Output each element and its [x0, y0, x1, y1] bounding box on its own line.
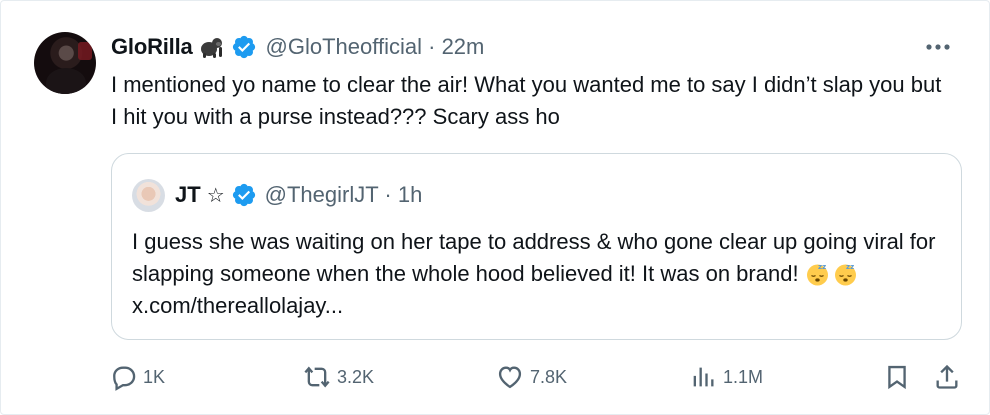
action-bar: 1K 3.2K 7.8K 1.1M — [1, 357, 990, 397]
view-count: 1.1M — [723, 366, 764, 387]
sleepy-face-emoji-icon: zz — [805, 261, 830, 286]
repost-icon — [304, 366, 330, 388]
quoted-tweet-link[interactable]: x.com/thereallolajay... — [132, 293, 343, 318]
quoted-author-avatar[interactable] — [132, 179, 165, 212]
quoted-tweet[interactable]: JT ☆ @ThegirlJT · 1h I guess she was wai… — [111, 153, 962, 340]
views-icon — [693, 367, 714, 387]
views-button[interactable]: 1.1M — [689, 363, 763, 391]
quoted-tweet-text: I guess she was waiting on her tape to a… — [132, 226, 942, 322]
sleepy-face-emoji-icon: zz — [833, 261, 858, 286]
like-count: 7.8K — [530, 366, 568, 387]
reply-button[interactable]: 1K — [109, 363, 165, 391]
like-icon — [498, 366, 522, 389]
tweet-card: GloRilla @GloTheofficial · 22m I mention… — [0, 0, 990, 415]
star-icon: ☆ — [206, 184, 225, 207]
verified-icon — [231, 182, 257, 208]
bookmark-icon — [888, 365, 906, 390]
separator-dot: · — [428, 34, 436, 59]
repost-count: 3.2K — [337, 366, 375, 387]
bookmark-button[interactable] — [883, 363, 911, 391]
tweet-header: GloRilla @GloTheofficial · 22m — [111, 32, 484, 62]
author-name[interactable]: GloRilla — [111, 34, 193, 60]
verified-icon — [231, 34, 257, 60]
author-avatar[interactable] — [34, 32, 96, 94]
separator-dot: · — [384, 182, 392, 207]
reply-icon — [113, 366, 136, 391]
share-icon — [936, 364, 958, 389]
more-icon[interactable] — [921, 35, 955, 59]
quoted-author-name[interactable]: JT — [175, 182, 201, 208]
svg-text:zz: zz — [846, 263, 854, 271]
author-handle[interactable]: @GloTheofficial · 22m — [266, 34, 485, 60]
tweet-time[interactable]: 22m — [442, 34, 485, 59]
tweet-text: I mentioned yo name to clear the air! Wh… — [111, 72, 942, 129]
share-button[interactable] — [933, 363, 961, 391]
gorilla-emoji-icon — [199, 35, 225, 59]
repost-button[interactable]: 3.2K — [303, 363, 374, 391]
quoted-author-handle[interactable]: @ThegirlJT · 1h — [265, 182, 423, 208]
quoted-tweet-time: 1h — [397, 182, 423, 207]
like-button[interactable]: 7.8K — [496, 363, 567, 391]
svg-text:zz: zz — [818, 263, 826, 271]
quoted-tweet-header: JT ☆ @ThegirlJT · 1h — [175, 180, 422, 210]
reply-count: 1K — [143, 366, 166, 387]
